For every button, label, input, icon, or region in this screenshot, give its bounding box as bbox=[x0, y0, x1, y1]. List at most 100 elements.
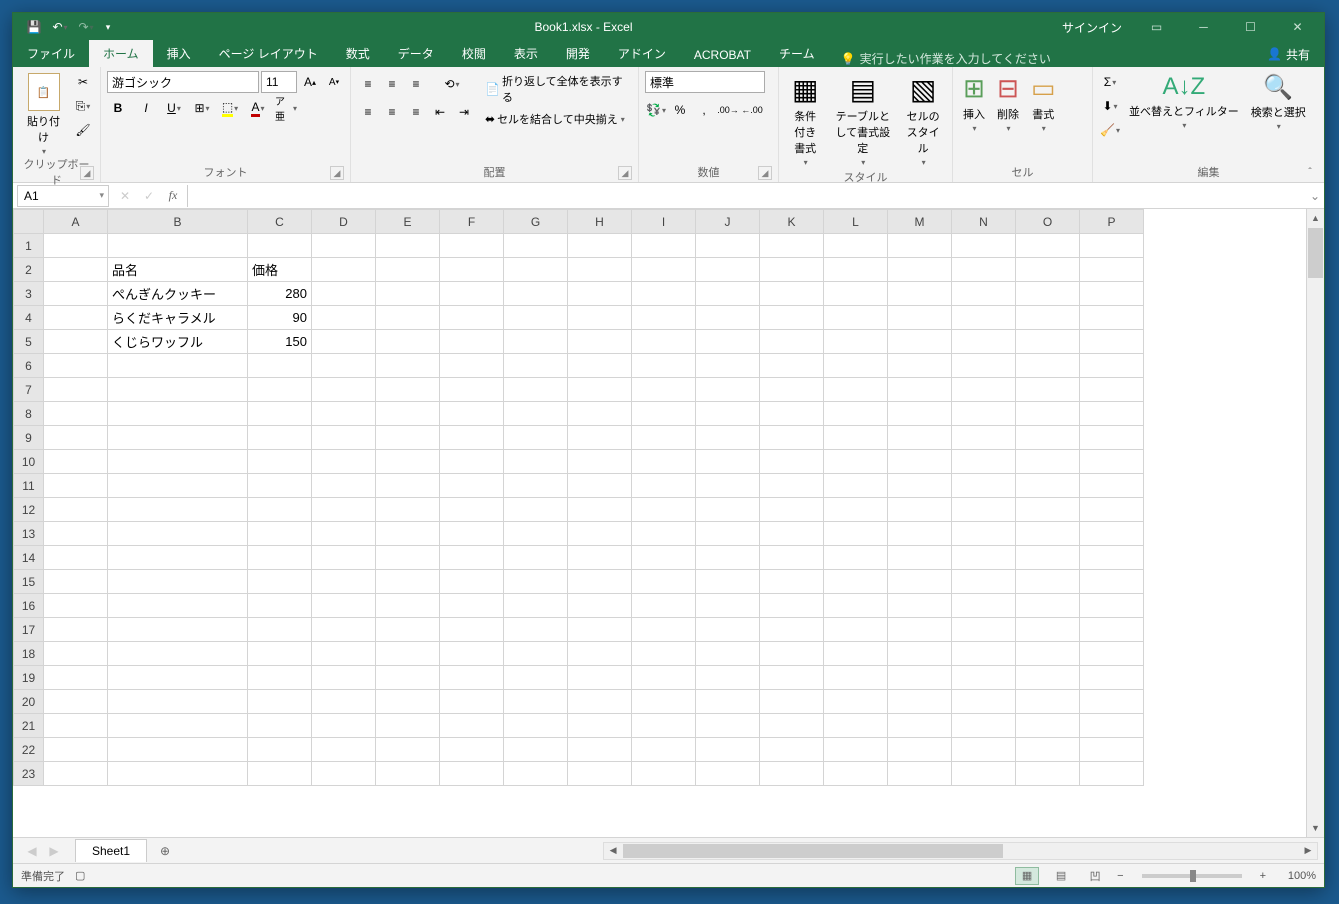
cell-K17[interactable] bbox=[760, 618, 824, 642]
cell-P4[interactable] bbox=[1080, 306, 1144, 330]
cell-M2[interactable] bbox=[888, 258, 952, 282]
cell-I2[interactable] bbox=[632, 258, 696, 282]
formula-input[interactable] bbox=[187, 185, 1306, 207]
cell-B4[interactable]: らくだキャラメル bbox=[108, 306, 248, 330]
redo-icon[interactable]: ↷▾ bbox=[75, 16, 97, 38]
cell-J1[interactable] bbox=[696, 234, 760, 258]
cell-K16[interactable] bbox=[760, 594, 824, 618]
cell-M11[interactable] bbox=[888, 474, 952, 498]
view-page-layout-icon[interactable]: ▤ bbox=[1049, 867, 1073, 885]
cell-A10[interactable] bbox=[44, 450, 108, 474]
cell-P11[interactable] bbox=[1080, 474, 1144, 498]
cell-E21[interactable] bbox=[376, 714, 440, 738]
cell-I8[interactable] bbox=[632, 402, 696, 426]
cell-P1[interactable] bbox=[1080, 234, 1144, 258]
qat-customize-icon[interactable]: ▾ bbox=[101, 16, 115, 38]
cell-P8[interactable] bbox=[1080, 402, 1144, 426]
col-header-F[interactable]: F bbox=[440, 210, 504, 234]
cell-D15[interactable] bbox=[312, 570, 376, 594]
cell-O3[interactable] bbox=[1016, 282, 1080, 306]
cell-O1[interactable] bbox=[1016, 234, 1080, 258]
cell-D13[interactable] bbox=[312, 522, 376, 546]
cell-I14[interactable] bbox=[632, 546, 696, 570]
cell-A1[interactable] bbox=[44, 234, 108, 258]
cell-N3[interactable] bbox=[952, 282, 1016, 306]
cell-P16[interactable] bbox=[1080, 594, 1144, 618]
col-header-L[interactable]: L bbox=[824, 210, 888, 234]
ribbon-options-icon[interactable]: ▭ bbox=[1134, 13, 1179, 41]
expand-formula-icon[interactable]: ⌄ bbox=[1306, 189, 1324, 203]
cell-L1[interactable] bbox=[824, 234, 888, 258]
cell-J12[interactable] bbox=[696, 498, 760, 522]
cell-M7[interactable] bbox=[888, 378, 952, 402]
cell-I4[interactable] bbox=[632, 306, 696, 330]
cell-E3[interactable] bbox=[376, 282, 440, 306]
cell-M20[interactable] bbox=[888, 690, 952, 714]
italic-button[interactable]: I bbox=[135, 97, 157, 119]
accounting-format-icon[interactable]: 💱▾ bbox=[645, 99, 667, 121]
zoom-in-button[interactable]: + bbox=[1260, 870, 1266, 882]
cell-E11[interactable] bbox=[376, 474, 440, 498]
cell-N21[interactable] bbox=[952, 714, 1016, 738]
tab-ホーム[interactable]: ホーム bbox=[89, 40, 153, 67]
cell-J16[interactable] bbox=[696, 594, 760, 618]
cell-A11[interactable] bbox=[44, 474, 108, 498]
cell-E16[interactable] bbox=[376, 594, 440, 618]
cell-B12[interactable] bbox=[108, 498, 248, 522]
comma-icon[interactable]: , bbox=[693, 99, 715, 121]
cell-A5[interactable] bbox=[44, 330, 108, 354]
row-header-9[interactable]: 9 bbox=[14, 426, 44, 450]
cell-E1[interactable] bbox=[376, 234, 440, 258]
cell-B7[interactable] bbox=[108, 378, 248, 402]
cell-J5[interactable] bbox=[696, 330, 760, 354]
insert-cells-button[interactable]: ⊞挿入▾ bbox=[959, 71, 989, 135]
row-header-10[interactable]: 10 bbox=[14, 450, 44, 474]
cell-A12[interactable] bbox=[44, 498, 108, 522]
percent-icon[interactable]: % bbox=[669, 99, 691, 121]
cell-I22[interactable] bbox=[632, 738, 696, 762]
cell-J2[interactable] bbox=[696, 258, 760, 282]
cell-G4[interactable] bbox=[504, 306, 568, 330]
cell-L3[interactable] bbox=[824, 282, 888, 306]
cell-D2[interactable] bbox=[312, 258, 376, 282]
cell-O20[interactable] bbox=[1016, 690, 1080, 714]
tell-me[interactable]: 💡 実行したい作業を入力してください bbox=[829, 50, 1063, 67]
cell-D1[interactable] bbox=[312, 234, 376, 258]
view-normal-icon[interactable]: ▦ bbox=[1015, 867, 1039, 885]
cell-E13[interactable] bbox=[376, 522, 440, 546]
col-header-O[interactable]: O bbox=[1016, 210, 1080, 234]
cell-K4[interactable] bbox=[760, 306, 824, 330]
cell-K8[interactable] bbox=[760, 402, 824, 426]
cell-E10[interactable] bbox=[376, 450, 440, 474]
cell-O2[interactable] bbox=[1016, 258, 1080, 282]
row-header-7[interactable]: 7 bbox=[14, 378, 44, 402]
cell-O16[interactable] bbox=[1016, 594, 1080, 618]
cell-L19[interactable] bbox=[824, 666, 888, 690]
autosum-icon[interactable]: Σ▾ bbox=[1099, 71, 1121, 93]
cell-C7[interactable] bbox=[248, 378, 312, 402]
cell-F17[interactable] bbox=[440, 618, 504, 642]
cell-A8[interactable] bbox=[44, 402, 108, 426]
cell-B21[interactable] bbox=[108, 714, 248, 738]
cell-M18[interactable] bbox=[888, 642, 952, 666]
cell-N20[interactable] bbox=[952, 690, 1016, 714]
cell-M8[interactable] bbox=[888, 402, 952, 426]
cell-J20[interactable] bbox=[696, 690, 760, 714]
cell-O4[interactable] bbox=[1016, 306, 1080, 330]
cell-I21[interactable] bbox=[632, 714, 696, 738]
cell-K18[interactable] bbox=[760, 642, 824, 666]
tab-数式[interactable]: 数式 bbox=[332, 40, 384, 67]
zoom-out-button[interactable]: − bbox=[1117, 870, 1123, 882]
cell-D22[interactable] bbox=[312, 738, 376, 762]
cell-M22[interactable] bbox=[888, 738, 952, 762]
cell-I19[interactable] bbox=[632, 666, 696, 690]
align-right-icon[interactable]: ≡ bbox=[405, 101, 427, 123]
cell-F20[interactable] bbox=[440, 690, 504, 714]
name-box[interactable]: A1 bbox=[17, 185, 109, 207]
cell-G13[interactable] bbox=[504, 522, 568, 546]
cell-L22[interactable] bbox=[824, 738, 888, 762]
cell-F10[interactable] bbox=[440, 450, 504, 474]
cell-J17[interactable] bbox=[696, 618, 760, 642]
cell-C20[interactable] bbox=[248, 690, 312, 714]
dec-decimal-icon[interactable]: ←.00 bbox=[741, 99, 763, 121]
